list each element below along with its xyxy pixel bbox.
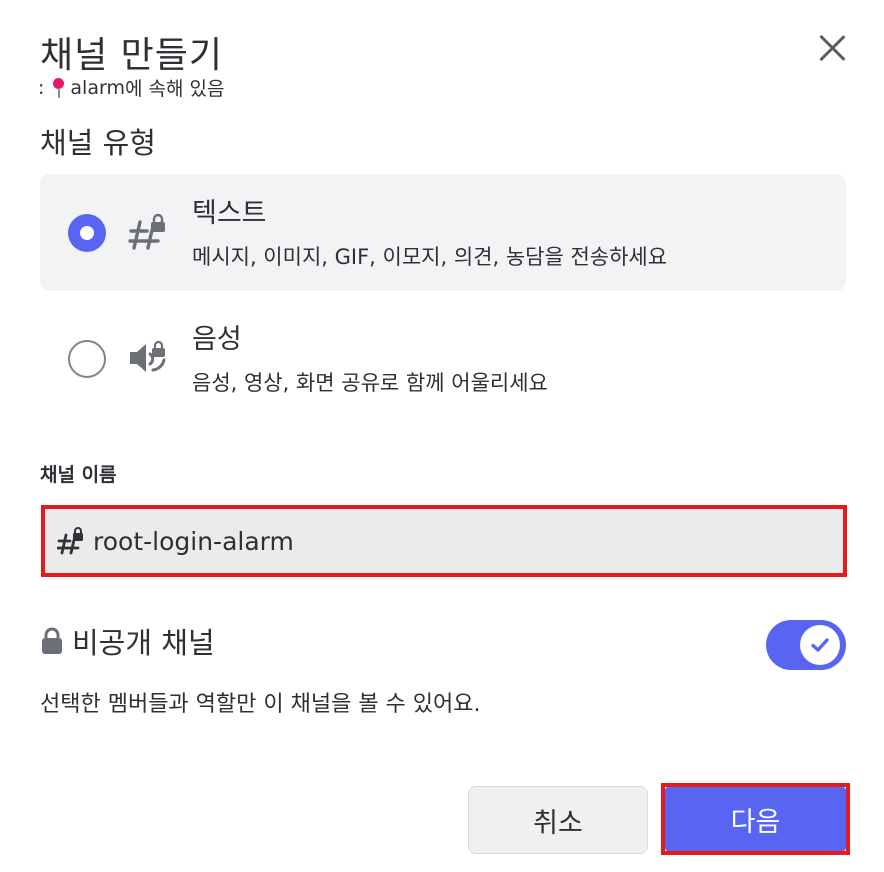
hash-lock-icon	[57, 527, 83, 555]
cancel-button[interactable]: 취소	[468, 786, 648, 854]
private-channel-row: 비공개 채널	[40, 620, 215, 662]
private-channel-label: 비공개 채널	[72, 626, 215, 660]
text-option-label: 텍스트	[192, 198, 267, 229]
channel-type-voice-option[interactable]: 음성 음성, 영상, 화면 공유로 함께 어울리세요	[40, 300, 846, 417]
hash-lock-icon	[128, 213, 165, 250]
channel-name-input[interactable]	[93, 526, 793, 556]
lock-icon	[42, 627, 62, 654]
channel-name-label: 채널 이름	[40, 464, 117, 486]
pushpin-icon	[50, 77, 66, 99]
speaker-lock-icon	[130, 340, 166, 372]
channel-type-text-option[interactable]: 텍스트 메시지, 이미지, GIF, 이모지, 의견, 농담을 전송하세요	[40, 174, 846, 291]
subtitle-prefix: :	[38, 76, 45, 99]
voice-option-label: 음성	[192, 324, 242, 355]
voice-option-description: 음성, 영상, 화면 공유로 함께 어울리세요	[192, 371, 548, 395]
toggle-knob	[800, 625, 840, 665]
dialog-title: 채널 만들기	[40, 35, 224, 76]
radio-selected-icon[interactable]	[68, 214, 106, 252]
private-channel-description: 선택한 멤버들과 역할만 이 채널을 볼 수 있어요.	[40, 692, 481, 717]
private-channel-toggle[interactable]	[766, 620, 846, 670]
text-option-description: 메시지, 이미지, GIF, 이모지, 의견, 농담을 전송하세요	[192, 245, 668, 269]
channel-type-heading: 채널 유형	[40, 126, 156, 160]
subtitle-suffix: 에 속해 있음	[124, 78, 225, 100]
next-button[interactable]: 다음	[665, 787, 846, 851]
checkmark-icon	[811, 638, 829, 652]
channel-name-field[interactable]	[41, 505, 847, 577]
close-icon[interactable]	[814, 30, 850, 66]
category-name: alarm	[70, 76, 125, 99]
dialog-subtitle: : alarm 에 속해 있음	[38, 74, 224, 101]
radio-unselected-icon[interactable]	[68, 340, 106, 378]
